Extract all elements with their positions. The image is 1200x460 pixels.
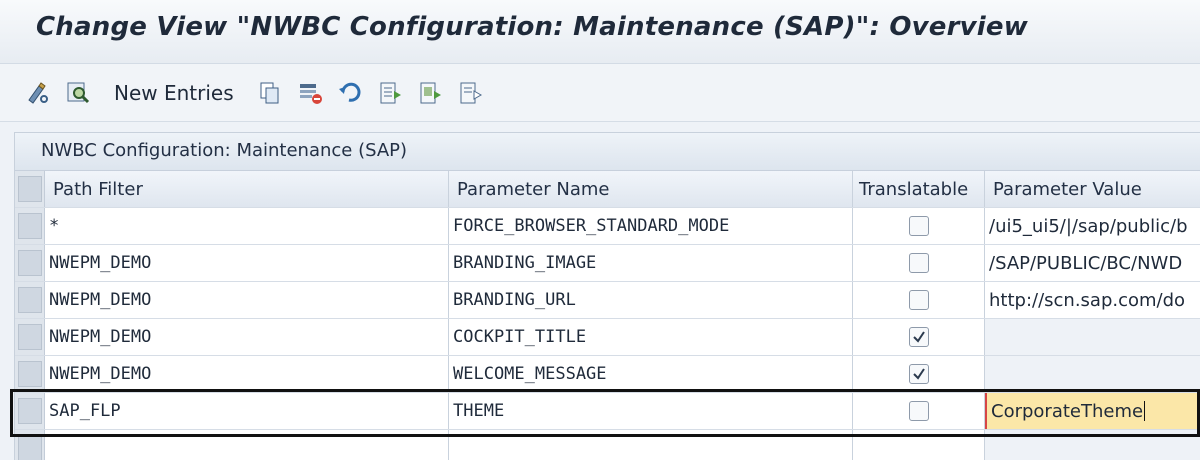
table-row: NWEPM_DEMO WELCOME_MESSAGE xyxy=(15,356,1200,393)
sap-window: Change View "NWBC Configuration: Mainten… xyxy=(0,0,1200,460)
row-selector-handle xyxy=(17,287,42,313)
row-selector-button[interactable] xyxy=(15,282,45,318)
path-filter-cell[interactable]: NWEPM_DEMO xyxy=(45,245,449,281)
table-row-selected: SAP_FLP THEME CorporateTheme xyxy=(15,393,1200,430)
translatable-cell xyxy=(853,208,985,244)
copy-icon[interactable] xyxy=(256,79,284,107)
parameter-name-cell[interactable]: BRANDING_URL xyxy=(449,282,853,318)
translatable-checkbox-checked[interactable] xyxy=(908,327,929,347)
parameter-value-input[interactable]: CorporateTheme xyxy=(985,393,1200,429)
row-selector-handle xyxy=(17,250,42,276)
translatable-checkbox-checked[interactable] xyxy=(908,364,929,384)
text-caret xyxy=(1144,401,1146,421)
parameter-name-cell[interactable]: THEME xyxy=(449,393,853,429)
application-toolbar: New Entries xyxy=(0,64,1200,122)
select-all-icon[interactable] xyxy=(376,79,404,107)
title-bar: Change View "NWBC Configuration: Mainten… xyxy=(0,0,1200,64)
select-all-rows-button[interactable] xyxy=(15,171,45,207)
parameter-name-cell[interactable]: WELCOME_MESSAGE xyxy=(449,356,853,392)
row-selector-handle xyxy=(17,324,42,350)
table-row: * FORCE_BROWSER_STANDARD_MODE /ui5_ui5/|… xyxy=(15,208,1200,245)
maintenance-table: Path Filter Parameter Name Translatable … xyxy=(15,171,1200,460)
table-header-row: Path Filter Parameter Name Translatable … xyxy=(15,171,1200,208)
row-selector-button[interactable] xyxy=(15,356,45,392)
undo-icon[interactable] xyxy=(336,79,364,107)
page-title: Change View "NWBC Configuration: Mainten… xyxy=(36,12,1028,42)
table-row-empty xyxy=(15,430,1200,460)
row-selector-button[interactable] xyxy=(15,319,45,355)
parameter-name-cell[interactable]: COCKPIT_TITLE xyxy=(449,319,853,355)
parameter-value-cell[interactable] xyxy=(985,319,1200,355)
table-row: NWEPM_DEMO BRANDING_IMAGE /SAP/PUBLIC/BC… xyxy=(15,245,1200,282)
row-selector-button[interactable] xyxy=(15,245,45,281)
row-selector-button[interactable] xyxy=(15,430,45,460)
parameter-value-cell[interactable]: http://scn.sap.com/do xyxy=(985,282,1200,318)
translatable-checkbox[interactable] xyxy=(908,290,929,310)
select-block-icon[interactable] xyxy=(416,79,444,107)
translatable-cell xyxy=(853,393,985,429)
column-header-parameter-name[interactable]: Parameter Name xyxy=(449,171,853,207)
row-selector-handle xyxy=(17,176,42,202)
parameter-value-cell[interactable] xyxy=(985,356,1200,392)
translatable-cell xyxy=(853,356,985,392)
table-row: NWEPM_DEMO BRANDING_URL http://scn.sap.c… xyxy=(15,282,1200,319)
edit-display-icon[interactable] xyxy=(24,79,52,107)
translatable-cell xyxy=(853,319,985,355)
parameter-name-cell[interactable] xyxy=(449,430,853,460)
table-control-panel: NWBC Configuration: Maintenance (SAP) Pa… xyxy=(14,132,1200,460)
path-filter-cell[interactable]: NWEPM_DEMO xyxy=(45,356,449,392)
translatable-checkbox[interactable] xyxy=(908,253,929,273)
checkmark-icon xyxy=(912,368,925,380)
path-filter-cell[interactable]: NWEPM_DEMO xyxy=(45,282,449,318)
column-header-translatable[interactable]: Translatable xyxy=(853,171,985,207)
find-icon[interactable] xyxy=(64,79,92,107)
row-selector-handle xyxy=(17,361,42,387)
column-header-path-filter[interactable]: Path Filter xyxy=(45,171,449,207)
parameter-name-cell[interactable]: BRANDING_IMAGE xyxy=(449,245,853,281)
row-selector-handle xyxy=(17,435,42,460)
parameter-value-cell[interactable]: /ui5_ui5/|/sap/public/b xyxy=(985,208,1200,244)
translatable-cell xyxy=(853,245,985,281)
translatable-cell xyxy=(853,430,985,460)
column-header-parameter-value[interactable]: Parameter Value xyxy=(985,171,1200,207)
parameter-value-cell[interactable]: /SAP/PUBLIC/BC/NWD xyxy=(985,245,1200,281)
path-filter-cell[interactable]: * xyxy=(45,208,449,244)
translatable-checkbox[interactable] xyxy=(908,401,929,421)
parameter-value-cell[interactable] xyxy=(985,430,1200,460)
row-selector-button[interactable] xyxy=(15,208,45,244)
table-row: NWEPM_DEMO COCKPIT_TITLE xyxy=(15,319,1200,356)
delete-icon[interactable] xyxy=(296,79,324,107)
panel-title: NWBC Configuration: Maintenance (SAP) xyxy=(15,133,1200,171)
parameter-value-text: CorporateTheme xyxy=(991,400,1144,422)
deselect-all-icon[interactable] xyxy=(456,79,484,107)
row-selector-handle xyxy=(17,398,42,424)
path-filter-cell[interactable]: SAP_FLP xyxy=(45,393,449,429)
path-filter-cell[interactable] xyxy=(45,430,449,460)
translatable-cell xyxy=(853,282,985,318)
row-selector-button[interactable] xyxy=(15,393,45,429)
row-selector-handle xyxy=(17,213,42,239)
parameter-name-cell[interactable]: FORCE_BROWSER_STANDARD_MODE xyxy=(449,208,853,244)
path-filter-cell[interactable]: NWEPM_DEMO xyxy=(45,319,449,355)
checkmark-icon xyxy=(912,331,925,343)
translatable-checkbox[interactable] xyxy=(908,216,929,236)
new-entries-button[interactable]: New Entries xyxy=(104,81,244,105)
